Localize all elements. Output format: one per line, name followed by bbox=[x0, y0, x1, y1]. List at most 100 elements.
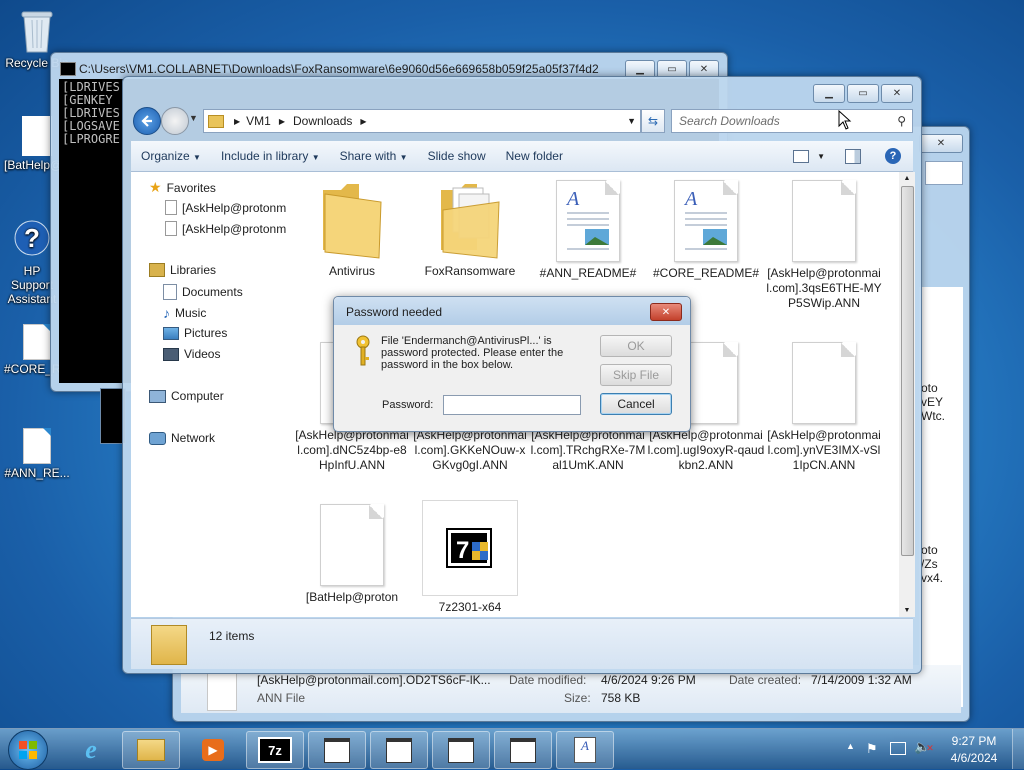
password-input[interactable] bbox=[443, 395, 581, 415]
address-bar[interactable]: ▶ VM1 ▶ Downloads ▶ ▼ bbox=[203, 109, 641, 133]
console-window-icon bbox=[510, 737, 536, 763]
password-dialog[interactable]: Password needed ✕ File 'Endermanch@Antiv… bbox=[333, 296, 691, 432]
nav-favorite-item[interactable]: [AskHelp@protonm bbox=[165, 200, 286, 215]
chevron-down-icon[interactable]: ▼ bbox=[817, 152, 825, 161]
bg-fragment: vx4. bbox=[921, 571, 944, 585]
taskbar-console-3[interactable] bbox=[432, 731, 490, 769]
taskbar-media-player[interactable]: ▶ bbox=[184, 731, 242, 769]
nav-pictures[interactable]: Pictures bbox=[163, 326, 227, 340]
volume-muted-icon[interactable]: 🔈✕ bbox=[914, 739, 934, 755]
nav-documents[interactable]: Documents bbox=[163, 284, 243, 300]
nav-label: [AskHelp@protonm bbox=[182, 200, 287, 215]
include-in-library-button[interactable]: Include in library ▼ bbox=[211, 149, 330, 163]
bg-fragment: Wtc. bbox=[921, 409, 945, 423]
wordpad-icon: A bbox=[574, 737, 596, 763]
new-folder-button[interactable]: New folder bbox=[496, 149, 573, 163]
share-with-button[interactable]: Share with ▼ bbox=[330, 149, 418, 163]
bg-search-box[interactable] bbox=[925, 161, 963, 185]
scroll-up-arrow-icon[interactable]: ▲ bbox=[899, 175, 915, 182]
nav-music[interactable]: ♪ Music bbox=[163, 305, 206, 321]
include-label: Include in library bbox=[220, 149, 309, 163]
scroll-thumb[interactable] bbox=[901, 186, 914, 556]
network-tray-icon[interactable] bbox=[890, 742, 906, 755]
nav-favorites[interactable]: ★ Favorites bbox=[149, 179, 216, 196]
desktop-icon-ann-readme[interactable]: #ANN_RE... bbox=[4, 428, 70, 480]
taskbar-console-4[interactable] bbox=[494, 731, 552, 769]
help-question-icon: ? bbox=[14, 218, 50, 262]
wordpad-document-icon: A bbox=[556, 180, 620, 262]
cancel-button[interactable]: Cancel bbox=[600, 393, 672, 415]
blank-file-icon bbox=[320, 504, 384, 586]
file-item-core-readme[interactable]: A #CORE_README# bbox=[647, 180, 765, 281]
clock-date[interactable]: 4/6/2024 bbox=[946, 751, 1002, 765]
file-name: [AskHelp@protonmail.com].ugI9oxyR-qaudkb… bbox=[647, 428, 765, 472]
svg-text:?: ? bbox=[24, 223, 40, 253]
slide-show-button[interactable]: Slide show bbox=[418, 149, 496, 163]
show-hidden-icons-chevron-icon[interactable]: ▲ bbox=[846, 741, 855, 751]
preview-pane-icon[interactable] bbox=[845, 148, 861, 164]
back-button[interactable] bbox=[133, 107, 161, 135]
nav-label: Videos bbox=[184, 347, 221, 361]
action-center-flag-icon[interactable]: ⚑ bbox=[866, 741, 878, 757]
forward-button[interactable] bbox=[161, 107, 189, 135]
nav-computer[interactable]: Computer bbox=[149, 389, 224, 403]
breadcrumb-vm1[interactable]: VM1 bbox=[246, 114, 271, 128]
organize-label: Organize bbox=[141, 149, 190, 163]
svg-text:A: A bbox=[565, 188, 580, 210]
file-item-ann[interactable]: [AskHelp@protonmail.com].3qsE6THE-MYP5SW… bbox=[765, 180, 883, 311]
nav-libraries[interactable]: Libraries bbox=[149, 263, 216, 277]
maximize-button[interactable]: ▭ bbox=[847, 84, 879, 103]
blank-file-icon bbox=[792, 180, 856, 262]
details-created-value: 7/14/2009 1:32 AM bbox=[811, 673, 912, 687]
taskbar-7zip[interactable]: 7z bbox=[246, 731, 304, 769]
search-icon[interactable]: ⚲ bbox=[897, 114, 906, 128]
breadcrumb-downloads[interactable]: Downloads bbox=[293, 114, 352, 128]
vertical-scrollbar[interactable]: ▲ ▼ bbox=[899, 172, 915, 617]
file-item-bathelp[interactable]: [BatHelp@proton bbox=[293, 504, 411, 605]
nav-network[interactable]: Network bbox=[149, 431, 215, 445]
nav-favorite-item[interactable]: [AskHelp@protonm bbox=[165, 221, 286, 236]
bg-content-strip: oto vEY Wtc. oto /Zs vx4. bbox=[919, 287, 963, 707]
skip-file-button[interactable]: Skip File bbox=[600, 364, 672, 386]
show-desktop-button[interactable] bbox=[1012, 729, 1024, 769]
recent-pages-chevron-icon[interactable]: ▼ bbox=[189, 113, 198, 123]
file-item-7zip-installer[interactable]: 7 7z2301-x64 bbox=[411, 500, 529, 615]
ok-button[interactable]: OK bbox=[600, 335, 672, 357]
close-button[interactable]: ✕ bbox=[881, 84, 913, 103]
taskbar-console-2[interactable] bbox=[370, 731, 428, 769]
minimize-button[interactable]: ▁ bbox=[813, 84, 845, 103]
taskbar-explorer[interactable] bbox=[122, 731, 180, 769]
mouse-cursor-icon bbox=[838, 109, 852, 133]
bg-fragment: oto bbox=[921, 381, 938, 395]
internet-explorer-icon: e bbox=[85, 735, 97, 764]
window-controls: ✕ bbox=[919, 134, 963, 153]
back-arrow-icon bbox=[141, 115, 152, 127]
file-item-antivirus[interactable]: Antivirus bbox=[293, 180, 411, 279]
scroll-down-arrow-icon[interactable]: ▼ bbox=[899, 607, 915, 614]
selection-highlight: 7 bbox=[422, 500, 518, 596]
nav-videos[interactable]: Videos bbox=[163, 347, 220, 361]
start-button[interactable] bbox=[8, 730, 48, 770]
document-icon bbox=[22, 116, 52, 156]
taskbar-wordpad[interactable]: A bbox=[556, 731, 614, 769]
file-item-foxransomware[interactable]: FoxRansomware bbox=[411, 180, 529, 279]
clock-time[interactable]: 9:27 PM bbox=[946, 734, 1002, 748]
help-icon[interactable]: ? bbox=[885, 148, 901, 164]
file-name: [AskHelp@protonmail.com].GKKeNOuw-xGKvg0… bbox=[413, 428, 527, 472]
nav-label: Network bbox=[171, 431, 216, 445]
refresh-button[interactable]: ⇆ bbox=[641, 109, 665, 133]
file-item-ann[interactable]: [AskHelp@protonmail.com].ynVE3IMX-vSl1Ip… bbox=[765, 342, 883, 473]
search-input[interactable]: Search Downloads ⚲ bbox=[671, 109, 913, 133]
address-dropdown-icon[interactable]: ▼ bbox=[627, 116, 636, 126]
change-view-icon[interactable] bbox=[793, 149, 810, 163]
taskbar-console-1[interactable] bbox=[308, 731, 366, 769]
details-size-label: Size: bbox=[564, 691, 591, 705]
organize-button[interactable]: Organize ▼ bbox=[131, 149, 211, 163]
console-window-icon bbox=[448, 737, 474, 763]
blank-file-icon bbox=[792, 342, 856, 424]
taskbar-ie[interactable]: e bbox=[62, 731, 120, 769]
close-button[interactable]: ✕ bbox=[919, 134, 963, 153]
dialog-close-button[interactable]: ✕ bbox=[650, 303, 682, 321]
file-item-ann-readme[interactable]: A #ANN_README# bbox=[529, 180, 647, 281]
breadcrumb-separator: ▶ bbox=[360, 116, 367, 126]
